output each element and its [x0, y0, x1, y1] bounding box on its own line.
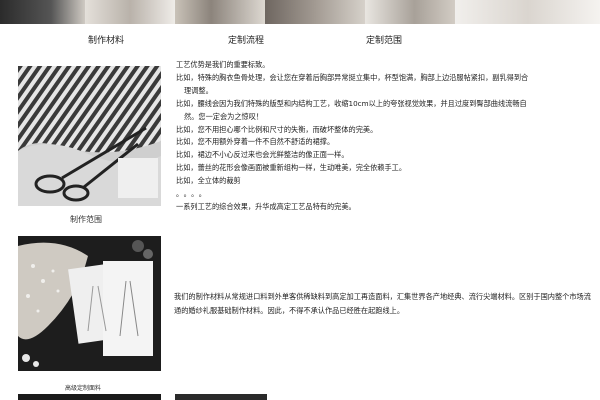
banner-photo-5: [365, 0, 455, 24]
tab-materials[interactable]: 制作材料: [88, 33, 124, 46]
text-line: 。。。。: [176, 189, 210, 199]
text-line: 工艺优势是我们的重要标致。: [176, 60, 270, 69]
banner-photo-6: [455, 0, 600, 24]
tab-process[interactable]: 定制流程: [228, 33, 264, 46]
text-line: 比如，腰线会因为我们特殊的版型和内结构工艺，收缩10cm以上的夸张视觉效果，并且…: [176, 98, 527, 108]
craft-advantages-text: 工艺优势是我们的重要标致。 比如，特殊的胸衣鱼骨处理，会让您在穿着后胸部异常挺立…: [176, 59, 590, 214]
section2-caption: 高级定制面料: [65, 385, 102, 392]
materials-intro-text: 我们的制作材料从常规进口料到外单客供稀缺料到高定加工再造面料，汇集世界各产地经典…: [174, 292, 591, 315]
tab-scope[interactable]: 定制范围: [366, 33, 402, 46]
text-line: 比如，全立体的裁剪: [176, 176, 241, 186]
lace-sketch-image: [18, 236, 161, 371]
banner-photo-4: [265, 0, 365, 24]
fabric-scissors-image: [18, 66, 161, 206]
section1-caption: 制作范围: [70, 215, 102, 224]
text-line: 比如，特殊的胸衣鱼骨处理，会让您在穿着后胸部异常挺立集中，杯型饱满，胸部上边沿服…: [176, 72, 529, 82]
text-line: 一系列工艺的综合效果，升华成高定工艺品特有的完美。: [176, 201, 356, 211]
banner-photo-2: [85, 0, 175, 24]
text-line: 然。您一定会为之惊叹！: [184, 111, 264, 121]
text-line: 比如，蕾丝的花形会像画面被重新组构一样，生动唯美，完全依赖手工。: [176, 163, 407, 173]
top-banner: [0, 0, 600, 24]
tab-bar: 制作材料 定制流程 定制范围: [0, 33, 600, 49]
bottom-photo-right: [175, 394, 267, 400]
text-line: 比如，裙边不小心反过来也会光鲜整洁的像正面一样。: [176, 150, 349, 160]
banner-photo-3: [175, 0, 265, 24]
lace-sketch-photo: [18, 236, 161, 371]
text-line: 比如，您不用额外穿着一件不自然不舒适的裙撑。: [176, 137, 335, 147]
text-line: 理调整。: [184, 85, 213, 95]
fabric-scissors-photo: [18, 66, 161, 206]
text-line: 比如，您不用担心哪个比例和尺寸的失衡，而破坏整体的完美。: [176, 124, 378, 134]
banner-photo-1: [0, 0, 85, 24]
bottom-photo-left: [18, 394, 161, 400]
